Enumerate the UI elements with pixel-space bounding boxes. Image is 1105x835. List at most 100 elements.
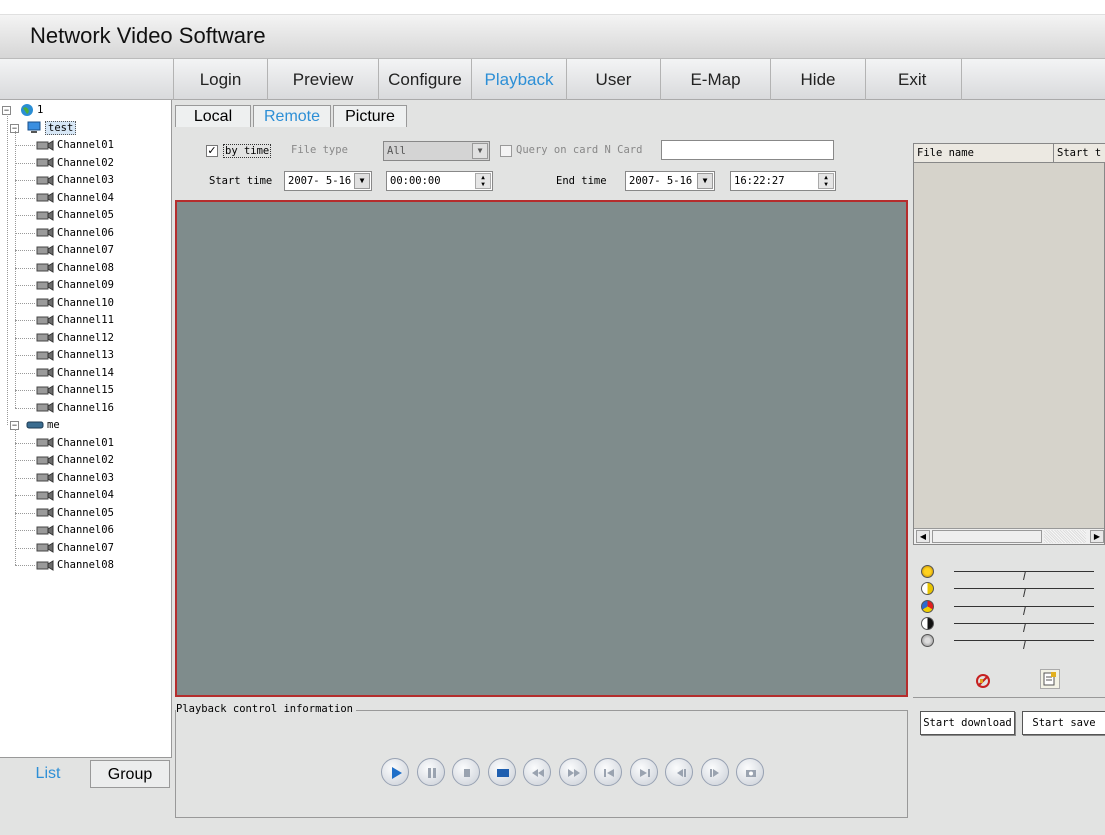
tree-channel[interactable]: Channel07 xyxy=(36,540,114,557)
step-forward-button[interactable] xyxy=(700,758,729,786)
menu-user[interactable]: User xyxy=(566,59,660,101)
tree-channel[interactable]: Channel08 xyxy=(36,260,114,277)
dvr-icon xyxy=(26,421,44,429)
slider-thumb[interactable] xyxy=(1023,584,1026,598)
stop-icon xyxy=(464,769,470,777)
pause-button[interactable] xyxy=(416,758,445,786)
horizontal-scrollbar[interactable]: ◀ ▶ xyxy=(914,528,1104,544)
tree-channel[interactable]: Channel13 xyxy=(36,347,114,364)
volume-slider[interactable] xyxy=(918,634,1105,650)
tree-line xyxy=(15,267,35,269)
tree-channel[interactable]: Channel06 xyxy=(36,522,114,539)
contrast-slider[interactable] xyxy=(918,582,1105,598)
column-start-time[interactable]: Start t xyxy=(1054,144,1105,163)
camera-icon xyxy=(36,437,54,448)
slider-thumb[interactable] xyxy=(1023,567,1026,581)
tab-remote[interactable]: Remote xyxy=(253,105,331,127)
start-download-button[interactable]: Start download xyxy=(920,711,1015,735)
card-input[interactable] xyxy=(661,140,834,160)
column-file-name[interactable]: File name xyxy=(914,144,1054,163)
tree-device-test[interactable]: test xyxy=(26,120,77,137)
menu-configure[interactable]: Configure xyxy=(378,59,471,101)
by-time-label: by time xyxy=(223,144,272,158)
tree-channel[interactable]: Channel01 xyxy=(36,435,114,452)
slider-thumb[interactable] xyxy=(1023,636,1026,650)
menu-emap[interactable]: E-Map xyxy=(660,59,770,101)
tree-channel[interactable]: Channel09 xyxy=(36,277,114,294)
scroll-left-icon[interactable]: ◀ xyxy=(916,530,930,543)
play-button[interactable] xyxy=(381,758,409,786)
tab-list[interactable]: List xyxy=(8,760,88,788)
tree-channel[interactable]: Channel03 xyxy=(36,172,114,189)
next-button[interactable] xyxy=(629,758,658,786)
tree-channel[interactable]: Channel01 xyxy=(36,137,114,154)
end-date-picker[interactable]: 2007- 5-16 ▼ xyxy=(625,171,715,191)
tree-channel[interactable]: Channel11 xyxy=(36,312,114,329)
file-list[interactable]: File name Start t ◀ ▶ xyxy=(913,143,1105,545)
tree-channel[interactable]: Channel08 xyxy=(36,557,114,574)
menu-playback[interactable]: Playback xyxy=(471,59,566,101)
previous-button[interactable] xyxy=(594,758,622,786)
camera-icon xyxy=(36,489,54,501)
scroll-right-icon[interactable]: ▶ xyxy=(1090,530,1104,543)
tab-picture[interactable]: Picture xyxy=(333,105,407,127)
settings-note-icon[interactable] xyxy=(1040,669,1060,689)
menu-hide[interactable]: Hide xyxy=(770,59,865,101)
scroll-thumb[interactable] xyxy=(932,530,1042,543)
tree-device-me[interactable]: me xyxy=(26,417,60,434)
step-back-button[interactable] xyxy=(665,758,693,786)
tree-line xyxy=(15,162,35,164)
tree-channel-label: Channel06 xyxy=(57,226,114,239)
tree-channel[interactable]: Channel02 xyxy=(36,155,114,172)
tree-channel[interactable]: Channel05 xyxy=(36,207,114,224)
mute-icon[interactable] xyxy=(975,673,991,689)
tab-local[interactable]: Local xyxy=(175,105,251,127)
tree-line xyxy=(15,495,35,496)
stop-all-button[interactable] xyxy=(487,758,516,786)
tree-channel-label: Channel07 xyxy=(57,541,114,554)
tree-channel-label: Channel14 xyxy=(57,366,114,379)
playback-video-window[interactable] xyxy=(175,200,908,697)
device-tree[interactable]: −1− test Channel01 Channel02 Channel03 Channe… xyxy=(0,100,172,758)
tree-channel[interactable]: Channel04 xyxy=(36,190,114,207)
tree-channel[interactable]: Channel02 xyxy=(36,452,114,469)
tree-channel[interactable]: Channel10 xyxy=(36,295,114,312)
slider-thumb[interactable] xyxy=(1023,602,1026,615)
scroll-track xyxy=(1044,530,1086,543)
tree-channel[interactable]: Channel03 xyxy=(36,470,114,487)
stop-all-icon xyxy=(496,769,509,777)
menu-exit[interactable]: Exit xyxy=(865,59,962,101)
snapshot-button[interactable] xyxy=(736,758,764,786)
tree-channel[interactable]: Channel04 xyxy=(36,487,114,504)
hue-slider[interactable] xyxy=(918,616,1105,632)
tree-channel[interactable]: Channel05 xyxy=(36,505,114,522)
previous-icon xyxy=(604,769,614,777)
tab-group[interactable]: Group xyxy=(90,760,170,788)
by-time-checkbox[interactable]: ✓ xyxy=(206,145,218,157)
file-type-select[interactable]: All ▼ xyxy=(383,141,490,161)
stop-button[interactable] xyxy=(452,758,480,786)
rewind-button[interactable] xyxy=(523,758,551,786)
query-card-checkbox[interactable] xyxy=(500,145,512,157)
start-date-picker[interactable]: 2007- 5-16 ▼ xyxy=(284,171,372,191)
saturation-slider[interactable] xyxy=(918,599,1105,615)
menu-preview[interactable]: Preview xyxy=(267,59,378,101)
brightness-slider[interactable] xyxy=(918,565,1105,581)
slider-thumb[interactable] xyxy=(1023,619,1026,632)
tree-channel[interactable]: Channel15 xyxy=(36,382,114,399)
start-time-input[interactable]: 00:00:00 ▲ ▼ xyxy=(386,171,493,191)
saturation-icon xyxy=(921,599,934,613)
fast-forward-button[interactable] xyxy=(558,758,587,786)
tree-channel-label: Channel02 xyxy=(57,454,114,466)
tree-channel[interactable]: Channel14 xyxy=(36,365,114,382)
tree-channel[interactable]: Channel06 xyxy=(36,225,114,242)
tree-channel[interactable]: Channel07 xyxy=(36,242,114,259)
menu-login[interactable]: Login xyxy=(173,59,267,101)
tree-channel[interactable]: Channel16 xyxy=(36,400,114,417)
tree-root[interactable]: 1 xyxy=(20,102,43,119)
tree-channel[interactable]: Channel12 xyxy=(36,330,114,347)
start-save-button[interactable]: Start save xyxy=(1022,711,1105,735)
query-card-label: Query on card N Card xyxy=(516,144,643,156)
end-time-input[interactable]: 16:22:27 ▲ ▼ xyxy=(730,171,836,191)
tree-channel-label: Channel13 xyxy=(57,349,114,361)
